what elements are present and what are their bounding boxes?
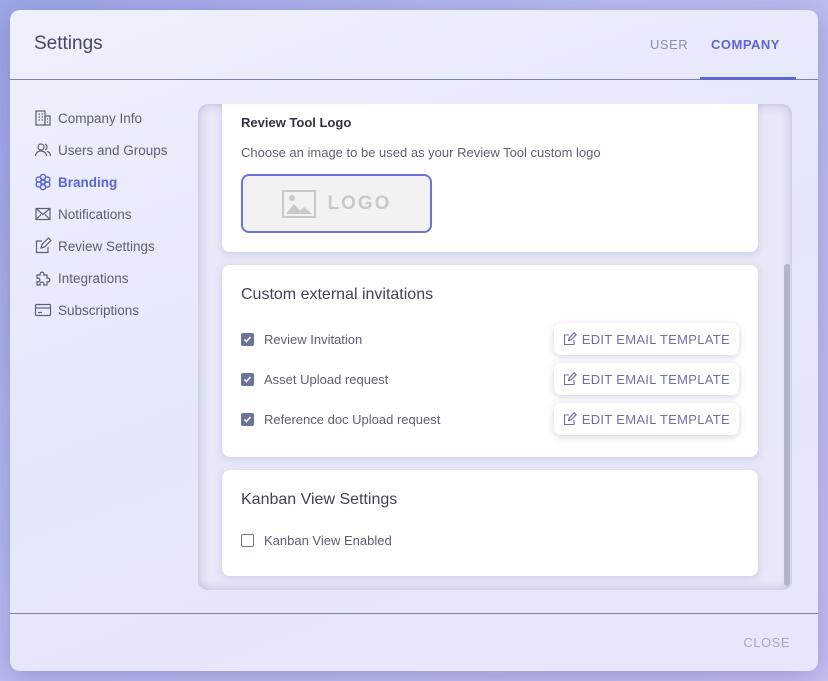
logo-description: Choose an image to be used as your Revie…: [241, 145, 601, 160]
review-invitation-label: Review Invitation: [264, 331, 363, 347]
invitation-row-reference: Reference doc Upload request EDIT EMAIL …: [241, 403, 739, 435]
sidebar-item-label: Users and Groups: [58, 142, 168, 158]
active-tab-indicator: [700, 77, 796, 80]
sidebar-item-label: Subscriptions: [58, 302, 140, 318]
asset-upload-label: Asset Upload request: [264, 371, 389, 387]
kanban-enabled-checkbox[interactable]: [241, 533, 254, 547]
edit-button-label: EDIT EMAIL TEMPLATE: [581, 411, 730, 427]
edit-asset-upload-template-button[interactable]: EDIT EMAIL TEMPLATE: [553, 363, 739, 395]
invitation-row-asset: Asset Upload request EDIT EMAIL TEMPLATE: [241, 363, 739, 395]
kanban-enabled-label: Kanban View Enabled: [264, 532, 392, 548]
sidebar-item-label: Notifications: [58, 206, 132, 222]
sidebar-item-label: Branding: [58, 174, 118, 190]
invitations-card: Custom external invitations Review Invit…: [222, 265, 758, 457]
image-icon: [281, 189, 316, 218]
sidebar-item-integrations[interactable]: Integrations: [34, 262, 204, 294]
edit-reference-doc-template-button[interactable]: EDIT EMAIL TEMPLATE: [553, 403, 739, 435]
modal-title: Settings: [34, 33, 103, 54]
sidebar-item-label: Company Info: [58, 110, 143, 126]
edit-button-label: EDIT EMAIL TEMPLATE: [581, 371, 730, 387]
building-icon: [35, 110, 51, 126]
check-icon: [243, 336, 252, 343]
edit-review-invitation-template-button[interactable]: EDIT EMAIL TEMPLATE: [553, 323, 739, 355]
card-icon: [34, 303, 52, 317]
invitations-heading: Custom external invitations: [241, 286, 434, 303]
edit-button-label: EDIT EMAIL TEMPLATE: [581, 331, 730, 347]
puzzle-icon: [36, 271, 51, 286]
sidebar-item-branding[interactable]: Branding: [34, 166, 204, 198]
settings-modal: Settings USER COMPANY Company Info Users…: [10, 10, 818, 671]
kanban-row: Kanban View Enabled: [241, 524, 739, 556]
sidebar-item-review-settings[interactable]: Review Settings: [34, 230, 204, 262]
asset-upload-checkbox[interactable]: [241, 372, 254, 386]
sidebar-item-label: Integrations: [58, 270, 129, 286]
sidebar-item-subscriptions[interactable]: Subscriptions: [34, 294, 204, 326]
sidebar-item-notifications[interactable]: Notifications: [34, 198, 204, 230]
kanban-card: Kanban View Settings Kanban View Enabled: [222, 470, 758, 576]
flower-icon: [35, 173, 51, 191]
check-icon: [243, 376, 252, 383]
logo-placeholder-text: LOGO: [327, 192, 392, 214]
sidebar-item-label: Review Settings: [58, 238, 155, 254]
footer-divider: [10, 613, 818, 614]
review-invitation-checkbox[interactable]: [241, 332, 254, 346]
edit-icon: [563, 412, 577, 426]
sidebar-item-users-and-groups[interactable]: Users and Groups: [34, 134, 204, 166]
tab-company[interactable]: COMPANY: [711, 37, 780, 52]
reference-doc-label: Reference doc Upload request: [264, 411, 441, 427]
sidebar-item-company-info[interactable]: Company Info: [34, 102, 204, 134]
modal-header: Settings USER COMPANY: [10, 10, 818, 80]
reference-doc-checkbox[interactable]: [241, 412, 254, 426]
edit-icon: [563, 332, 577, 346]
users-icon: [34, 143, 52, 157]
settings-content-panel[interactable]: Review Tool Logo Choose an image to be u…: [198, 104, 792, 590]
edit-icon: [563, 372, 577, 386]
check-icon: [243, 416, 252, 423]
edit-icon: [35, 237, 52, 254]
kanban-heading: Kanban View Settings: [241, 491, 398, 508]
logo-heading: Review Tool Logo: [241, 115, 352, 130]
tab-user[interactable]: USER: [650, 37, 688, 52]
content-scrollbar[interactable]: [784, 264, 790, 586]
logo-card: Review Tool Logo Choose an image to be u…: [222, 104, 758, 252]
settings-sidebar: Company Info Users and Groups Branding N…: [34, 102, 204, 326]
envelope-icon: [35, 207, 51, 221]
invitation-row-review: Review Invitation EDIT EMAIL TEMPLATE: [241, 323, 739, 355]
logo-upload-button[interactable]: LOGO: [241, 174, 432, 233]
close-button[interactable]: CLOSE: [743, 635, 790, 650]
